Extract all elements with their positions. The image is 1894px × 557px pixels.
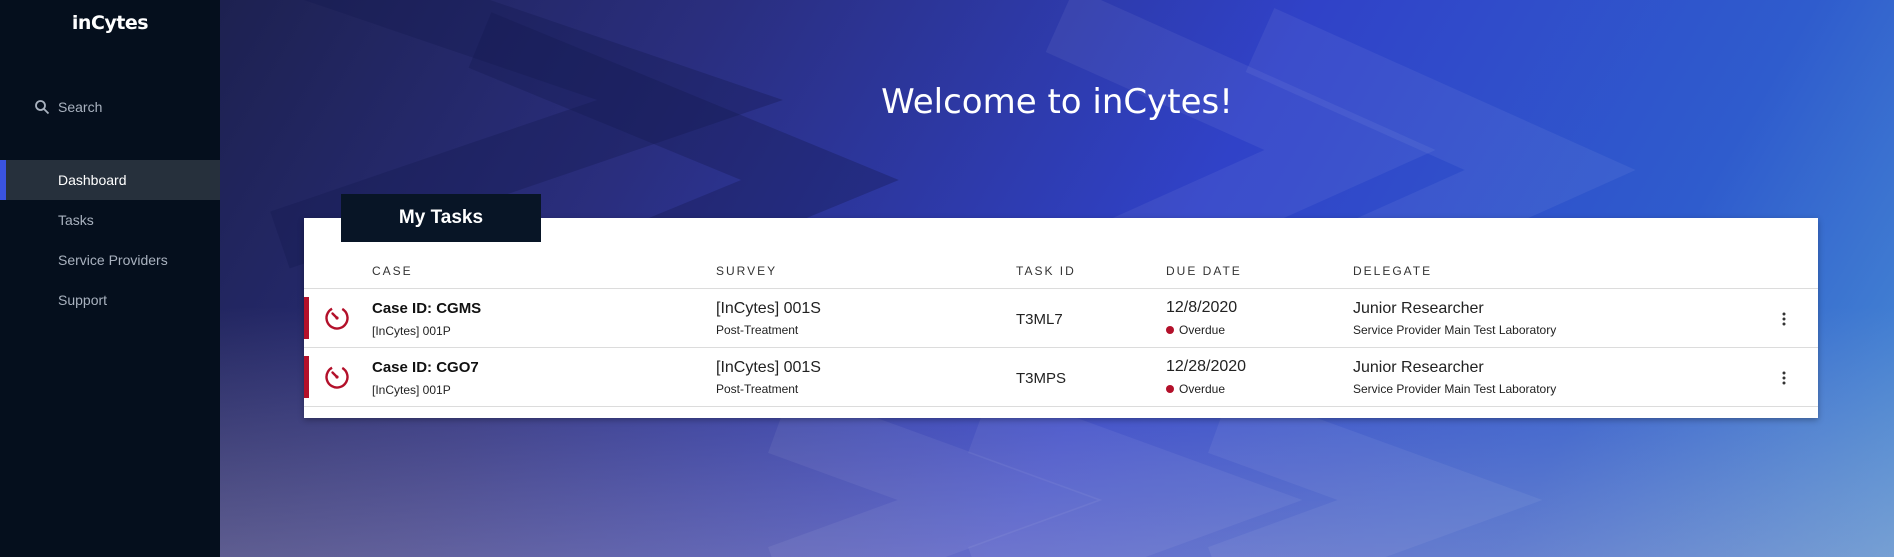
tab-my-tasks[interactable]: My Tasks xyxy=(341,194,541,242)
app-logo[interactable]: inCytes xyxy=(0,12,220,34)
delegate-name: Junior Researcher xyxy=(1353,359,1484,376)
sidebar-item-tasks[interactable]: Tasks xyxy=(0,200,220,240)
task-id: T3MPS xyxy=(1016,370,1067,387)
column-header-delegate[interactable]: DELEGATE xyxy=(1353,264,1432,278)
delegate-name: Junior Researcher xyxy=(1353,300,1484,317)
status-badge: Overdue xyxy=(1166,382,1225,396)
due-date: 12/8/2020 xyxy=(1166,299,1238,316)
status-dot-icon xyxy=(1166,385,1174,393)
page-title: Welcome to inCytes! xyxy=(881,82,1233,122)
survey-name: [InCytes] 001S xyxy=(716,300,821,317)
sidebar: inCytes Search Dashboard Tasks Service P… xyxy=(0,0,220,557)
delegate-organization: Service Provider Main Test Laboratory xyxy=(1353,382,1557,396)
status-label: Overdue xyxy=(1179,323,1226,337)
table-row[interactable]: Case ID: CGO7 [InCytes] 001P [InCytes] 0… xyxy=(304,348,1818,406)
table-row[interactable]: Case ID: CGMS [InCytes] 001P [InCytes] 0… xyxy=(304,289,1818,347)
survey-type: Post-Treatment xyxy=(716,323,799,337)
case-id[interactable]: Case ID: CGO7 xyxy=(372,359,479,376)
delegate-organization: Service Provider Main Test Laboratory xyxy=(1353,323,1557,337)
column-header-case[interactable]: CASE xyxy=(372,264,413,278)
case-subtitle: [InCytes] 001P xyxy=(372,383,451,397)
overdue-timer-icon xyxy=(325,365,349,389)
more-options-icon[interactable] xyxy=(1778,309,1790,329)
overdue-indicator xyxy=(304,356,309,398)
overdue-indicator xyxy=(304,297,309,339)
tasks-table: CASE SURVEY TASK ID DUE DATE DELEGATE Ca… xyxy=(304,218,1818,418)
due-date: 12/28/2020 xyxy=(1166,358,1247,375)
search-icon xyxy=(35,100,50,115)
case-subtitle: [InCytes] 001P xyxy=(372,324,451,338)
sidebar-item-dashboard[interactable]: Dashboard xyxy=(0,160,220,200)
column-header-due-date[interactable]: DUE DATE xyxy=(1166,264,1242,278)
survey-type: Post-Treatment xyxy=(716,382,799,396)
sidebar-item-service-providers[interactable]: Service Providers xyxy=(0,240,220,280)
search-button[interactable]: Search xyxy=(34,99,102,115)
survey-name: [InCytes] 001S xyxy=(716,359,821,376)
search-label: Search xyxy=(58,99,103,115)
column-header-task-id[interactable]: TASK ID xyxy=(1016,264,1076,278)
overdue-timer-icon xyxy=(325,306,349,330)
sidebar-nav: Dashboard Tasks Service Providers Suppor… xyxy=(0,160,220,320)
status-label: Overdue xyxy=(1179,382,1226,396)
column-header-survey[interactable]: SURVEY xyxy=(716,264,777,278)
task-id: T3ML7 xyxy=(1016,311,1063,328)
status-dot-icon xyxy=(1166,326,1174,334)
case-id[interactable]: Case ID: CGMS xyxy=(372,300,481,317)
more-options-icon[interactable] xyxy=(1778,368,1790,388)
status-badge: Overdue xyxy=(1166,323,1225,337)
sidebar-item-support[interactable]: Support xyxy=(0,280,220,320)
divider xyxy=(304,406,1818,407)
